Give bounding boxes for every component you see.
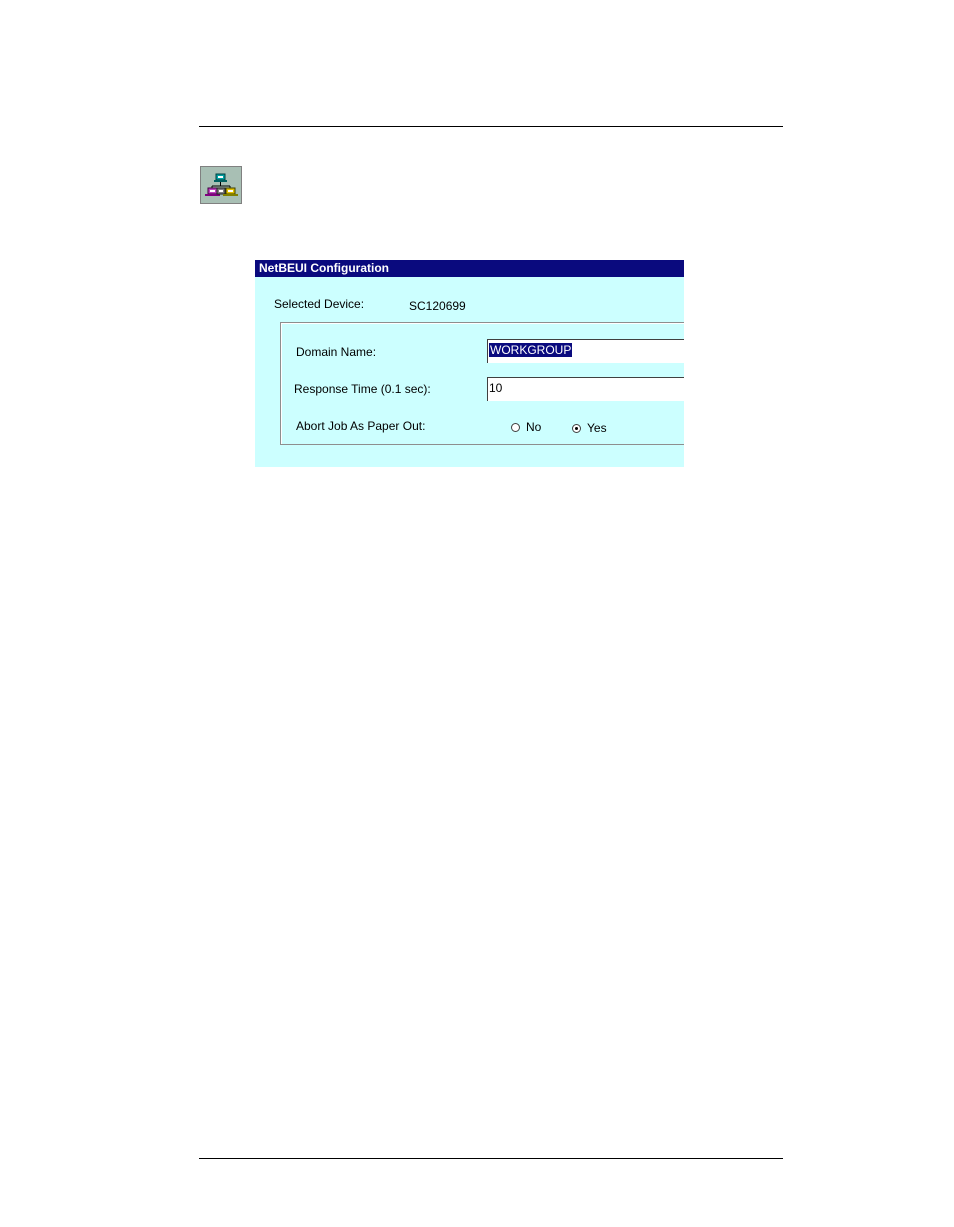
- netbeui-config-dialog: NetBEUI Configuration Selected Device: S…: [255, 260, 684, 467]
- selected-device-label: Selected Device:: [274, 297, 365, 311]
- radio-yes-indicator: [572, 423, 581, 433]
- domain-name-value: WORKGROUP: [489, 343, 573, 357]
- bottom-rule: [199, 1158, 783, 1159]
- selected-device-value: SC120699: [409, 299, 466, 313]
- abort-job-label: Abort Job As Paper Out:: [296, 419, 426, 433]
- response-time-label: Response Time (0.1 sec):: [294, 382, 431, 396]
- abort-job-no-radio[interactable]: No: [511, 420, 541, 434]
- domain-name-label: Domain Name:: [296, 345, 377, 359]
- radio-yes-label: Yes: [587, 421, 607, 435]
- response-time-value: 10: [489, 381, 503, 395]
- abort-job-yes-radio[interactable]: Yes: [572, 421, 607, 435]
- dialog-title: NetBEUI Configuration: [255, 260, 684, 277]
- response-time-field[interactable]: 10: [487, 377, 684, 401]
- radio-no-label: No: [526, 420, 542, 434]
- domain-name-field[interactable]: WORKGROUP: [487, 339, 684, 363]
- network-config-icon[interactable]: [200, 166, 242, 204]
- top-rule: [199, 126, 783, 127]
- radio-no-indicator: [511, 422, 520, 432]
